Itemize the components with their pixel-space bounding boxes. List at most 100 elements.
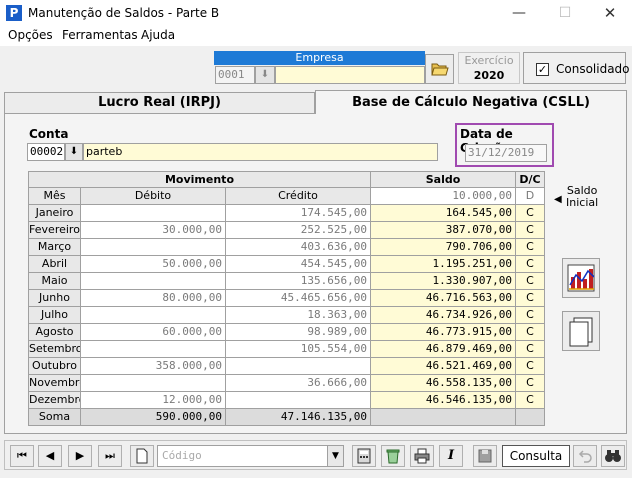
cell-credito[interactable]: 18.363,00 xyxy=(226,307,371,324)
tab-csll[interactable]: Base de Cálculo Negativa (CSLL) xyxy=(315,90,627,114)
cell-saldo[interactable]: 387.070,00 xyxy=(371,222,516,239)
cell-dc[interactable]: C xyxy=(516,239,545,256)
cell-debito[interactable]: 60.000,00 xyxy=(81,324,226,341)
cell-mes: Agosto xyxy=(28,324,81,341)
cell-dc[interactable]: C xyxy=(516,273,545,290)
cell-saldo[interactable]: 46.558.135,00 xyxy=(371,375,516,392)
folder-open-button[interactable] xyxy=(425,54,454,84)
new-document-button[interactable] xyxy=(130,445,154,467)
save-button[interactable] xyxy=(473,445,497,467)
last-record-button[interactable]: ⏭ xyxy=(98,445,122,467)
cell-debito[interactable]: 358.000,00 xyxy=(81,358,226,375)
pages-icon xyxy=(569,317,593,347)
previous-record-button[interactable]: ◀ xyxy=(38,445,62,467)
cell-debito[interactable] xyxy=(81,375,226,392)
conta-name-field[interactable]: parteb xyxy=(83,143,438,161)
italic-button[interactable]: I xyxy=(439,445,463,467)
menu-ferramentas[interactable]: Ferramentas xyxy=(62,28,138,42)
cell-debito[interactable]: 80.000,00 xyxy=(81,290,226,307)
data-criacao-field[interactable]: 31/12/2019 xyxy=(465,144,547,162)
cell-saldo[interactable]: 164.545,00 xyxy=(371,205,516,222)
first-record-button[interactable]: ⏮ xyxy=(10,445,34,467)
cell-dc[interactable]: C xyxy=(516,324,545,341)
undo-button[interactable] xyxy=(573,445,597,467)
codigo-combo[interactable]: Código ▼ xyxy=(157,445,344,467)
search-button[interactable] xyxy=(601,445,625,467)
cell-mes: Julho xyxy=(28,307,81,324)
empresa-name-field[interactable] xyxy=(275,66,425,84)
tab-irpj[interactable]: Lucro Real (IRPJ) xyxy=(4,92,315,113)
cell-debito[interactable]: 12.000,00 xyxy=(81,392,226,409)
cell-credito[interactable] xyxy=(226,358,371,375)
empresa-lookup-button[interactable]: ⬇ xyxy=(255,66,275,84)
cell-credito[interactable]: 45.465.656,00 xyxy=(226,290,371,307)
cell-debito[interactable] xyxy=(81,341,226,358)
header-saldo: Saldo xyxy=(371,171,516,188)
undo-icon xyxy=(578,450,592,463)
empresa-code-field[interactable]: 0001 xyxy=(215,66,255,84)
consulta-mode: Consulta xyxy=(502,445,570,467)
cell-dc[interactable]: C xyxy=(516,222,545,239)
cell-dc[interactable]: C xyxy=(516,358,545,375)
cell-credito[interactable]: 135.656,00 xyxy=(226,273,371,290)
soma-label: Soma xyxy=(28,409,81,426)
consolidado-panel: ✓ Consolidado xyxy=(523,52,630,84)
soma-credito: 47.146.135,00 xyxy=(226,409,371,426)
codigo-placeholder: Código xyxy=(162,449,202,462)
cell-credito[interactable]: 98.989,00 xyxy=(226,324,371,341)
cell-saldo[interactable]: 1.330.907,00 xyxy=(371,273,516,290)
cell-saldo[interactable]: 46.773.915,00 xyxy=(371,324,516,341)
saldo-inicial-value[interactable]: 10.000,00 xyxy=(371,188,516,205)
cell-dc[interactable]: C xyxy=(516,307,545,324)
cell-mes: Maio xyxy=(28,273,81,290)
cell-debito[interactable] xyxy=(81,307,226,324)
cell-mes: Março xyxy=(28,239,81,256)
header-dc: D/C xyxy=(516,171,545,188)
menu-ajuda[interactable]: Ajuda xyxy=(141,28,175,42)
chevron-down-icon[interactable]: ▼ xyxy=(327,446,343,466)
cell-dc[interactable]: C xyxy=(516,256,545,273)
chart-button[interactable] xyxy=(562,258,600,298)
cell-credito[interactable]: 454.545,00 xyxy=(226,256,371,273)
cell-debito[interactable] xyxy=(81,273,226,290)
saldos-grid: Movimento Saldo D/C Mês Débito Crédito 1… xyxy=(28,171,545,427)
cell-credito[interactable]: 403.636,00 xyxy=(226,239,371,256)
cell-saldo[interactable]: 46.716.563,00 xyxy=(371,290,516,307)
close-button[interactable]: ✕ xyxy=(587,0,632,27)
cell-dc[interactable]: C xyxy=(516,375,545,392)
pages-button[interactable] xyxy=(562,311,600,351)
maximize-button[interactable]: ☐ xyxy=(542,0,588,27)
next-record-button[interactable]: ▶ xyxy=(68,445,92,467)
cell-credito[interactable]: 36.666,00 xyxy=(226,375,371,392)
cell-dc[interactable]: C xyxy=(516,290,545,307)
print-button[interactable] xyxy=(410,445,434,467)
cell-credito[interactable] xyxy=(226,392,371,409)
consolidado-checkbox[interactable]: ✓ xyxy=(536,63,549,76)
exercicio-label: Exercício xyxy=(464,54,514,67)
cell-dc[interactable]: C xyxy=(516,392,545,409)
tab-divider xyxy=(4,113,316,114)
cell-debito[interactable] xyxy=(81,205,226,222)
cell-dc[interactable]: C xyxy=(516,341,545,358)
cell-debito[interactable]: 50.000,00 xyxy=(81,256,226,273)
minimize-button[interactable]: — xyxy=(496,0,542,27)
empresa-panel: Empresa 0001 ⬇ xyxy=(214,51,425,84)
cell-saldo[interactable]: 46.546.135,00 xyxy=(371,392,516,409)
cell-saldo[interactable]: 46.521.469,00 xyxy=(371,358,516,375)
conta-lookup-button[interactable]: ⬇ xyxy=(65,143,83,161)
cell-debito[interactable]: 30.000,00 xyxy=(81,222,226,239)
recycle-bin-button[interactable] xyxy=(381,445,405,467)
calculator-button[interactable] xyxy=(352,445,376,467)
cell-debito[interactable] xyxy=(81,239,226,256)
cell-saldo[interactable]: 46.734.926,00 xyxy=(371,307,516,324)
cell-credito[interactable]: 174.545,00 xyxy=(226,205,371,222)
menu-opcoes[interactable]: Opções xyxy=(8,28,53,42)
cell-saldo[interactable]: 46.879.469,00 xyxy=(371,341,516,358)
conta-code-field[interactable]: 00002 xyxy=(27,143,65,161)
cell-saldo[interactable]: 790.706,00 xyxy=(371,239,516,256)
cell-credito[interactable]: 252.525,00 xyxy=(226,222,371,239)
saldo-inicial-dc[interactable]: D xyxy=(516,188,545,205)
cell-dc[interactable]: C xyxy=(516,205,545,222)
cell-credito[interactable]: 105.554,00 xyxy=(226,341,371,358)
cell-saldo[interactable]: 1.195.251,00 xyxy=(371,256,516,273)
